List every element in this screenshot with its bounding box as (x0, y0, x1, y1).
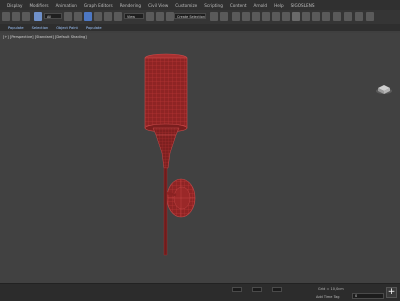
perspective-viewport[interactable]: [+] [Perspective] [Standard] [Default Sh… (0, 33, 400, 283)
rotate-icon[interactable] (94, 12, 102, 21)
arnold-icon[interactable] (302, 12, 310, 21)
menu-arnold[interactable]: Arnold (254, 3, 268, 8)
menu-help[interactable]: Help (274, 3, 284, 8)
frame-value: 0 (355, 294, 358, 298)
selection-filter-dropdown[interactable]: All (44, 13, 62, 19)
move-icon[interactable] (84, 12, 92, 21)
curve-editor-icon[interactable] (242, 12, 250, 21)
schematic-view-icon[interactable] (252, 12, 260, 21)
grid-size-label: Grid = 10,0cm (318, 287, 344, 291)
render-frame-icon[interactable] (282, 12, 290, 21)
material-editor-icon[interactable] (262, 12, 270, 21)
y-coordinate-field[interactable] (252, 287, 262, 292)
snaps-icon[interactable] (156, 12, 164, 21)
menu-graph-editors[interactable]: Graph Editors (84, 3, 113, 8)
zoom-plus-button[interactable]: + (386, 287, 397, 298)
mirror-icon[interactable] (210, 12, 218, 21)
region-select-icon[interactable] (74, 12, 82, 21)
pivot-icon[interactable] (146, 12, 154, 21)
scale-icon[interactable] (104, 12, 112, 21)
viewcube-icon[interactable] (374, 77, 394, 97)
menu-civil-view[interactable]: Civil View (148, 3, 168, 8)
reference-coordinate-dropdown[interactable]: View (124, 13, 144, 19)
menu-sigoslens[interactable]: SIGOSLENS (291, 3, 315, 8)
x-coordinate-field[interactable] (232, 287, 242, 292)
status-bar: Grid = 10,0cm Add Time Tag 0 + (0, 283, 400, 301)
ribbon-tab-populate-2[interactable]: Populate (86, 26, 102, 30)
redo-icon[interactable] (12, 12, 20, 21)
menu-animation[interactable]: Animation (56, 3, 77, 8)
sconce-wireframe-model (144, 53, 196, 256)
tool-icon-4[interactable] (355, 12, 363, 21)
named-selection-set-dropdown[interactable]: Create Selection Se (174, 13, 206, 19)
undo-icon[interactable] (2, 12, 10, 21)
render-preview-icon[interactable] (312, 12, 320, 21)
link-icon[interactable] (22, 12, 30, 21)
tool-icon-5[interactable] (366, 12, 374, 21)
angle-snap-icon[interactable] (166, 12, 174, 21)
place-icon[interactable] (114, 12, 122, 21)
select-by-name-icon[interactable] (64, 12, 72, 21)
menu-display[interactable]: Display (7, 3, 22, 8)
tool-icon-2[interactable] (333, 12, 341, 21)
menu-content[interactable]: Content (230, 3, 247, 8)
ribbon-tab-selection[interactable]: Selection (32, 26, 49, 30)
align-icon[interactable] (220, 12, 228, 21)
main-toolbar: All View Create Selection Se (0, 10, 400, 25)
ribbon-tabs: Populate Selection Object Paint Populate (0, 24, 400, 31)
frame-spinner[interactable]: 0 (352, 293, 384, 299)
render-setup-icon[interactable] (272, 12, 280, 21)
ribbon-tab-populate[interactable]: Populate (8, 26, 24, 30)
ribbon-tab-object-paint[interactable]: Object Paint (56, 26, 78, 30)
tool-icon[interactable] (322, 12, 330, 21)
add-time-tag-button[interactable]: Add Time Tag (316, 295, 340, 299)
layer-icon[interactable] (232, 12, 240, 21)
menu-customize[interactable]: Customize (175, 3, 197, 8)
select-object-icon[interactable] (34, 12, 42, 21)
menu-scripting[interactable]: Scripting (204, 3, 223, 8)
menu-rendering[interactable]: Rendering (120, 3, 141, 8)
tool-icon-3[interactable] (344, 12, 352, 21)
render-icon[interactable] (292, 12, 300, 21)
z-coordinate-field[interactable] (272, 287, 282, 292)
menu-modifiers[interactable]: Modifiers (29, 3, 48, 8)
